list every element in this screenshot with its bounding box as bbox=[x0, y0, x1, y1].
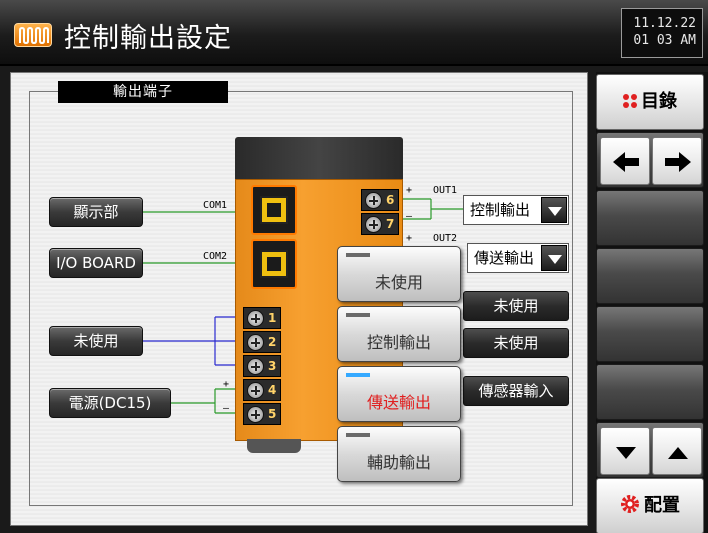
config-button[interactable]: 配置 bbox=[596, 478, 704, 533]
date-time-display: 11.12.22 01 03 AM bbox=[621, 8, 703, 58]
header-bar: 控制輸出設定 11.12.22 01 03 AM bbox=[0, 0, 708, 66]
module-heatsink bbox=[235, 137, 403, 181]
sidebar-blank-1 bbox=[596, 190, 704, 246]
out1-output-select[interactable]: 控制輸出 bbox=[463, 195, 569, 225]
sidebar-blank-4 bbox=[596, 364, 704, 420]
menu-option-aux-output[interactable]: 輔助輸出 bbox=[337, 426, 461, 482]
io-board-button[interactable]: I/O BOARD bbox=[49, 248, 143, 278]
arrow-up-icon bbox=[668, 447, 688, 459]
arrow-up-button[interactable] bbox=[652, 427, 702, 475]
terminal-7: 7 bbox=[361, 213, 399, 235]
display-unit-button[interactable]: 顯示部 bbox=[49, 197, 143, 227]
status-box-1[interactable]: 未使用 bbox=[463, 291, 569, 321]
config-label: 配置 bbox=[644, 495, 680, 516]
terminal-1: 1 bbox=[243, 307, 281, 329]
arrow-left-icon bbox=[613, 152, 639, 172]
option-indicator bbox=[346, 313, 370, 317]
arrow-right-icon bbox=[665, 152, 691, 172]
sensor-input-box[interactable]: 傳感器輸入 bbox=[463, 376, 569, 406]
date-text: 11.12.22 bbox=[633, 16, 696, 31]
out1-plus-label: + bbox=[406, 185, 413, 196]
out2-label: OUT2 bbox=[433, 233, 458, 244]
power-plus-label: + bbox=[223, 379, 230, 390]
menu-label: 目錄 bbox=[641, 91, 677, 112]
terminal-6: 6 bbox=[361, 189, 399, 211]
option-indicator bbox=[346, 253, 370, 257]
menu-option-transmission-output[interactable]: 傳送輸出 bbox=[337, 366, 461, 422]
menu-option-unused[interactable]: 未使用 bbox=[337, 246, 461, 302]
com2-label: COM2 bbox=[203, 251, 228, 262]
out2-select-value: 傳送輸出 bbox=[474, 249, 535, 267]
terminal-5: 5 bbox=[243, 403, 281, 425]
main-panel: 輸出端子 COM1 COM2 + OUT1 – + OUT2 + – 6 7 1 bbox=[10, 72, 588, 526]
arrow-right-button[interactable] bbox=[652, 137, 702, 185]
out2-plus-label: + bbox=[406, 233, 413, 244]
power-minus-label: – bbox=[223, 403, 230, 414]
left-right-nav bbox=[596, 132, 704, 188]
com1-label: COM1 bbox=[203, 200, 228, 211]
menu-button[interactable]: 目錄 bbox=[596, 74, 704, 130]
module-latch bbox=[247, 439, 301, 453]
up-down-nav bbox=[596, 422, 704, 478]
out1-label: OUT1 bbox=[433, 185, 458, 196]
menu-dots-icon bbox=[623, 94, 637, 108]
out1-select-value: 控制輸出 bbox=[470, 201, 531, 219]
gear-icon bbox=[621, 495, 639, 513]
com2-port bbox=[251, 239, 297, 289]
option-label: 控制輸出 bbox=[366, 333, 431, 352]
sidebar-blank-2 bbox=[596, 248, 704, 304]
com1-port bbox=[251, 185, 297, 235]
option-label: 輔助輸出 bbox=[366, 453, 431, 472]
out2-output-select[interactable]: 傳送輸出 bbox=[467, 243, 569, 273]
page-title: 控制輸出設定 bbox=[64, 23, 232, 54]
heater-coil-icon bbox=[14, 23, 52, 47]
right-sidebar: 目錄 配置 bbox=[596, 72, 708, 533]
terminal-4: 4 bbox=[243, 379, 281, 401]
dropdown-arrow-icon[interactable] bbox=[541, 245, 567, 271]
option-label: 未使用 bbox=[374, 273, 423, 292]
unused-input-button[interactable]: 未使用 bbox=[49, 326, 143, 356]
status-box-2[interactable]: 未使用 bbox=[463, 328, 569, 358]
time-text: 01 03 AM bbox=[633, 33, 696, 48]
menu-option-control-output[interactable]: 控制輸出 bbox=[337, 306, 461, 362]
option-indicator bbox=[346, 373, 370, 377]
terminal-3: 3 bbox=[243, 355, 281, 377]
option-indicator bbox=[346, 433, 370, 437]
arrow-down-icon bbox=[616, 447, 636, 459]
terminal-2: 2 bbox=[243, 331, 281, 353]
dropdown-arrow-icon[interactable] bbox=[541, 197, 567, 223]
option-label: 傳送輸出 bbox=[366, 393, 431, 412]
out1-minus-label: – bbox=[406, 211, 413, 222]
sidebar-blank-3 bbox=[596, 306, 704, 362]
arrow-down-button[interactable] bbox=[600, 427, 650, 475]
power-dc15-button[interactable]: 電源(DC15) bbox=[49, 388, 171, 418]
arrow-left-button[interactable] bbox=[600, 137, 650, 185]
